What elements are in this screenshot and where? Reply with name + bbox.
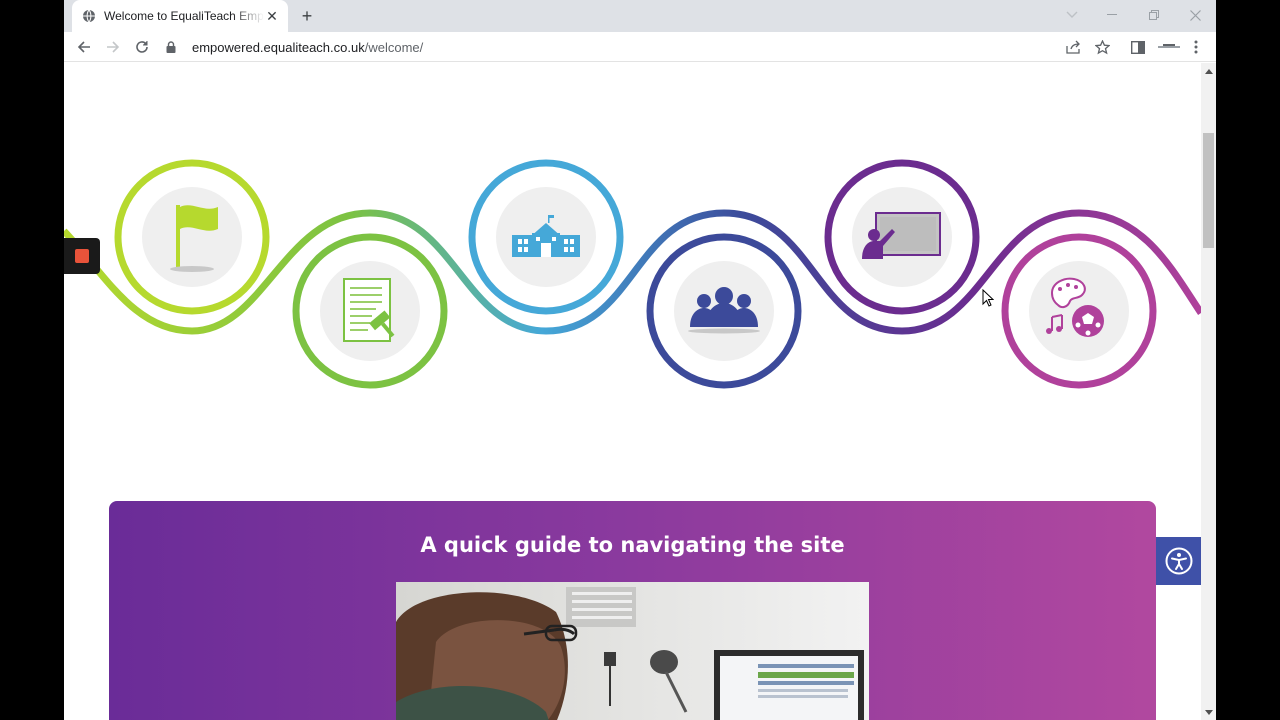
accessibility-button[interactable] xyxy=(1156,537,1201,585)
guide-video[interactable] xyxy=(396,582,869,720)
lock-icon[interactable] xyxy=(164,40,178,54)
scroll-thumb[interactable] xyxy=(1203,133,1214,248)
screen-record-stop-button[interactable] xyxy=(64,238,100,274)
side-panel-icon[interactable] xyxy=(1128,37,1148,57)
accessibility-icon xyxy=(1165,547,1192,575)
journey-step-6[interactable] xyxy=(1001,233,1157,389)
minimize-icon[interactable] xyxy=(1098,4,1126,26)
journey-wave-graphic xyxy=(64,159,1201,389)
mouse-cursor-icon xyxy=(982,289,994,307)
new-tab-button[interactable]: + xyxy=(296,5,318,27)
journey-step-5[interactable] xyxy=(824,159,980,315)
back-arrow-icon[interactable] xyxy=(73,36,95,58)
stop-icon xyxy=(75,249,89,263)
forward-arrow-icon[interactable] xyxy=(102,36,124,58)
reload-icon[interactable] xyxy=(131,36,153,58)
browser-window: Welcome to EqualiTeach Empowered ✕ + xyxy=(64,0,1216,720)
share-icon[interactable] xyxy=(1064,37,1084,57)
browser-toolbar: empowered.equaliteach.co.uk/welcome/ xyxy=(64,32,1216,62)
url-host: empowered.equaliteach.co.uk xyxy=(192,39,365,55)
close-window-icon[interactable] xyxy=(1181,4,1209,26)
url-path: /welcome/ xyxy=(364,39,424,55)
tab-title: Welcome to EqualiTeach Empowered xyxy=(104,9,264,23)
close-tab-icon[interactable]: ✕ xyxy=(264,8,280,24)
address-bar[interactable]: empowered.equaliteach.co.uk/welcome/ xyxy=(164,34,1094,60)
scroll-up-arrow-icon[interactable] xyxy=(1201,65,1216,77)
video-thumbnail xyxy=(396,582,869,720)
guide-section: A quick guide to navigating the site xyxy=(109,501,1156,720)
journey-step-2[interactable] xyxy=(292,233,448,389)
bookmark-star-icon[interactable] xyxy=(1092,37,1112,57)
guide-title: A quick guide to navigating the site xyxy=(420,533,845,557)
journey-step-3[interactable] xyxy=(468,159,624,315)
restore-icon[interactable] xyxy=(1140,4,1168,26)
globe-icon xyxy=(82,9,96,23)
extension-icon[interactable] xyxy=(1157,37,1181,57)
browser-tab[interactable]: Welcome to EqualiTeach Empowered ✕ xyxy=(72,0,288,32)
page-viewport: A quick guide to navigating the site xyxy=(64,63,1201,720)
menu-kebab-icon[interactable] xyxy=(1186,37,1206,57)
journey-step-1[interactable] xyxy=(114,159,270,315)
tab-strip: Welcome to EqualiTeach Empowered ✕ + xyxy=(64,0,1216,32)
scroll-down-arrow-icon[interactable] xyxy=(1201,706,1216,718)
journey-step-4[interactable] xyxy=(646,233,802,389)
vertical-scrollbar[interactable] xyxy=(1201,63,1216,720)
tab-search-chevron-icon[interactable] xyxy=(1058,4,1086,26)
